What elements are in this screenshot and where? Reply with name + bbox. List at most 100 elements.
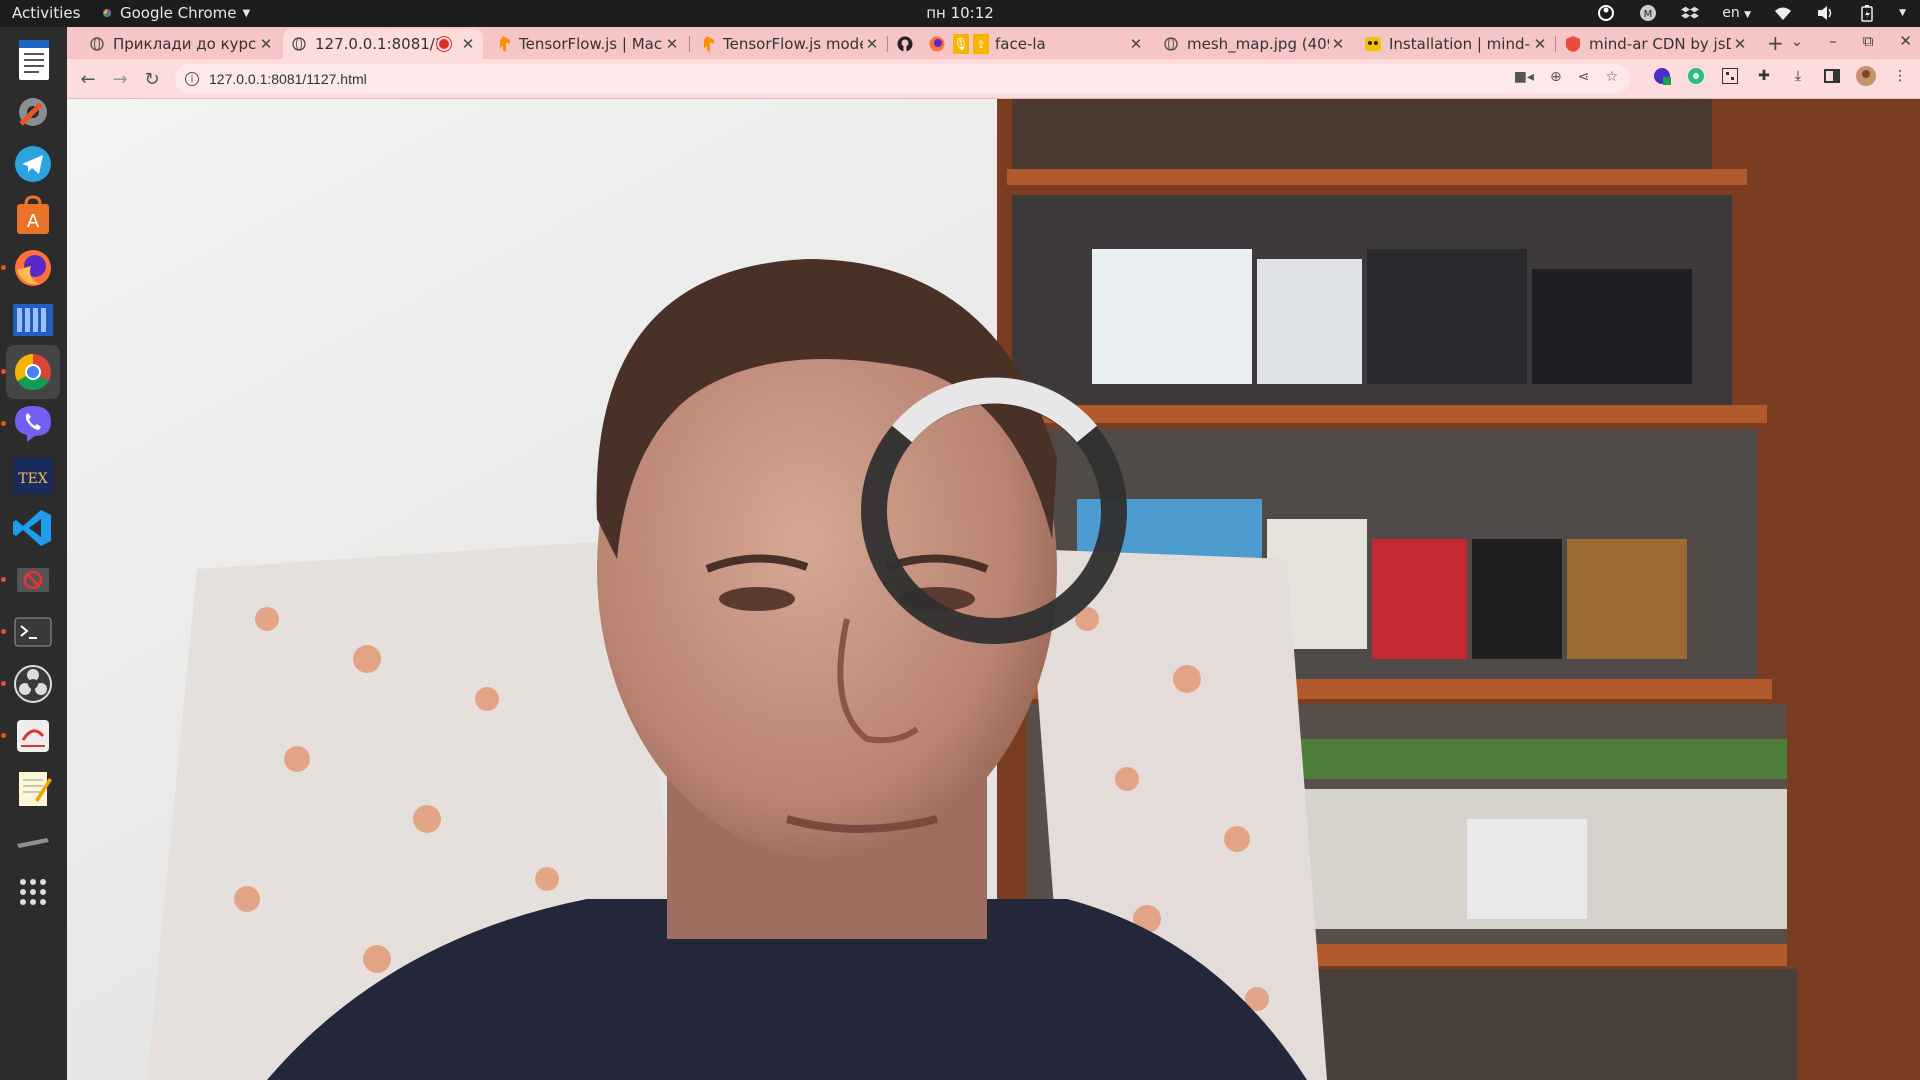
tab-tensorflow-models[interactable]: TensorFlow.js mode ✕ (691, 29, 887, 59)
obs-tray-icon[interactable] (1596, 3, 1616, 23)
notes-app-icon[interactable] (6, 761, 60, 815)
tab-search-chevron-icon[interactable]: ⌄ (1791, 32, 1804, 50)
close-window-button[interactable]: ✕ (1899, 32, 1912, 50)
tab-course-examples[interactable]: Приклади до курсу ✕ (81, 29, 281, 59)
extension-globe-icon[interactable] (1652, 66, 1672, 86)
zoom-icon[interactable]: ⊕ (1550, 69, 1562, 85)
wifi-icon[interactable] (1773, 3, 1793, 23)
tab-strip: Приклади до курсу ✕ 127.0.0.1:8081/1 ✕ T… (67, 27, 1920, 59)
vscode-app-icon[interactable] (6, 501, 60, 555)
close-tab-icon[interactable]: ✕ (1127, 35, 1145, 53)
extensions-puzzle-icon[interactable]: ✚ (1754, 66, 1774, 86)
tab-title: face-la (995, 35, 1046, 53)
svg-text:A: A (27, 211, 40, 232)
viber-app-icon[interactable] (1, 397, 60, 451)
more-menu-icon[interactable]: ⋮ (1890, 66, 1910, 86)
software-center-app-icon[interactable]: A (6, 189, 60, 243)
volume-icon[interactable] (1815, 3, 1835, 23)
tex-app-icon[interactable]: TEX (6, 449, 60, 503)
close-tab-icon[interactable]: ✕ (1731, 35, 1749, 53)
webcam-video (67, 99, 1920, 1080)
text-editor-app-icon[interactable] (6, 33, 60, 87)
running-indicator (1, 733, 6, 738)
close-tab-icon[interactable]: ✕ (459, 35, 477, 53)
extension-qr-icon[interactable] (1720, 66, 1740, 86)
close-tab-icon[interactable]: ✕ (1329, 35, 1347, 53)
running-indicator (1, 369, 6, 374)
tab-title: mind-ar CDN by jsD (1589, 35, 1731, 53)
bookmark-star-icon[interactable]: ☆ (1605, 69, 1618, 85)
camera-in-use-icon[interactable]: ■◂ (1514, 69, 1534, 85)
profile-avatar[interactable] (1856, 66, 1876, 86)
extension-green-icon[interactable] (1686, 66, 1706, 86)
clock[interactable]: пн 10:12 (926, 4, 994, 22)
side-panel-icon[interactable] (1822, 66, 1842, 86)
tab-face-landmarks[interactable]: 🎙 ⇪ face-la ✕ (921, 29, 1151, 59)
system-menu-chevron-icon[interactable]: ▼ (1899, 8, 1906, 18)
tab-tensorflow-mac[interactable]: TensorFlow.js | Mac ✕ (487, 29, 687, 59)
running-indicator (1, 265, 6, 270)
blocked-app-icon[interactable] (1, 553, 60, 607)
tab-mindar-cdn[interactable]: mind-ar CDN by jsD ✕ (1557, 29, 1755, 59)
url-text: 127.0.0.1:8081/1127.html (209, 71, 367, 87)
back-button[interactable]: ← (75, 66, 101, 92)
tab-mesh-map[interactable]: mesh_map.jpg (409 ✕ (1155, 29, 1353, 59)
tab-separator (887, 36, 888, 52)
terminal-app-icon[interactable] (1, 605, 60, 659)
tab-mindar-installation[interactable]: Installation | mind-a ✕ (1357, 29, 1555, 59)
reload-button[interactable]: ↻ (139, 66, 165, 92)
webcam-frame (67, 99, 1920, 1080)
share-icon[interactable]: ⋖ (1578, 69, 1590, 85)
close-tab-icon[interactable]: ✕ (863, 35, 881, 53)
dropbox-icon[interactable] (1680, 3, 1700, 23)
obs-app-icon[interactable] (1, 657, 60, 711)
tab-title: Installation | mind-a (1389, 35, 1531, 53)
mic-recording-icon: 🎙 (953, 34, 969, 54)
globe-icon (1163, 36, 1179, 52)
extensions-bar: ✚ ⤓ ⋮ (1652, 66, 1910, 86)
toolbar: ← → ↻ i 127.0.0.1:8081/1127.html ■◂ ⊕ ⋖ … (67, 59, 1920, 99)
tab-github[interactable] (889, 29, 925, 59)
keyboard-language[interactable]: en ▼ (1722, 5, 1751, 21)
tensorflow-icon (699, 36, 715, 52)
chrome-icon (100, 6, 114, 20)
app-menu[interactable]: Google Chrome ▼ (100, 4, 250, 22)
drive-app-icon[interactable] (6, 813, 60, 867)
new-tab-button[interactable]: + (1767, 31, 1784, 55)
running-indicator (1, 629, 6, 634)
dock: A TEX (0, 27, 67, 1080)
tab-localhost[interactable]: 127.0.0.1:8081/1 ✕ (283, 29, 483, 59)
mail-tray-icon[interactable]: M (1638, 3, 1658, 23)
chevron-down-icon: ▼ (242, 7, 251, 19)
screen-share-icon: ⇪ (973, 34, 989, 54)
download-icon[interactable]: ⤓ (1788, 66, 1808, 86)
github-icon (897, 36, 913, 52)
firefox-icon (929, 36, 945, 52)
minimize-button[interactable]: – (1829, 32, 1837, 50)
tab-separator (689, 36, 690, 52)
chevron-down-icon: ▼ (1744, 10, 1752, 20)
close-tab-icon[interactable]: ✕ (663, 35, 681, 53)
telegram-app-icon[interactable] (6, 137, 60, 191)
firefox-app-icon[interactable] (1, 241, 60, 295)
globe-icon (291, 36, 307, 52)
battery-icon[interactable] (1857, 3, 1877, 23)
app-grid-icon[interactable] (6, 865, 60, 919)
language-label: en (1722, 5, 1740, 21)
address-bar[interactable]: i 127.0.0.1:8081/1127.html ■◂ ⊕ ⋖ ☆ (175, 64, 1630, 94)
screenshot-tool-app-icon[interactable] (1, 709, 60, 763)
running-indicator (1, 421, 6, 426)
settings-app-icon[interactable] (6, 85, 60, 139)
top-panel: Activities Google Chrome ▼ пн 10:12 M en… (0, 0, 1920, 27)
chrome-app-icon[interactable] (1, 345, 60, 399)
forward-button[interactable]: → (107, 66, 133, 92)
restore-button[interactable]: ⧉ (1863, 32, 1874, 50)
activities-button[interactable]: Activities (12, 4, 80, 22)
svg-text:M: M (1644, 9, 1653, 20)
calculator-grid-app-icon[interactable] (6, 293, 60, 347)
tab-title: Приклади до курсу (113, 35, 257, 53)
jsdelivr-icon (1565, 36, 1581, 52)
site-info-icon[interactable]: i (185, 72, 199, 86)
close-tab-icon[interactable]: ✕ (1531, 35, 1549, 53)
close-tab-icon[interactable]: ✕ (257, 35, 275, 53)
